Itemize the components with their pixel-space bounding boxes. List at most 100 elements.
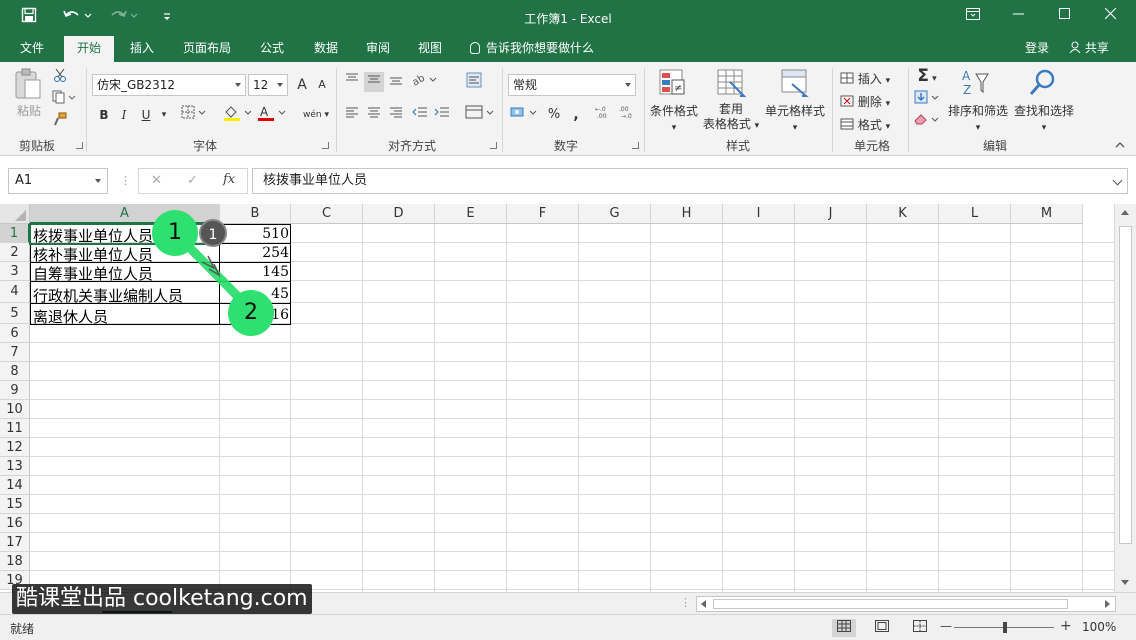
expand-formula-icon[interactable] <box>1112 175 1123 186</box>
tab-review[interactable]: 审阅 <box>354 36 402 62</box>
decrease-decimal-icon[interactable]: .00 →.0 <box>618 105 638 125</box>
row-header-10[interactable]: 10 <box>0 400 30 419</box>
name-box[interactable]: A1 <box>8 168 108 194</box>
maximize-button[interactable] <box>1042 0 1088 32</box>
format-painter-icon[interactable] <box>50 112 70 132</box>
tab-formulas[interactable]: 公式 <box>248 36 296 62</box>
cell-styles-button[interactable]: 单元格样式 ▾ <box>762 102 828 133</box>
column-header-k[interactable]: K <box>867 204 939 224</box>
fill-color-icon[interactable] <box>222 105 258 125</box>
clipboard-launcher-icon[interactable] <box>76 142 83 149</box>
tab-view[interactable]: 视图 <box>406 36 454 62</box>
bold-button[interactable]: B <box>94 105 114 125</box>
conditional-format-button[interactable]: 条件格式 ▾ <box>648 102 700 133</box>
format-as-table-icon[interactable] <box>716 68 748 100</box>
close-button[interactable] <box>1088 0 1134 32</box>
column-header-f[interactable]: F <box>507 204 579 224</box>
format-as-table-button[interactable]: 套用 表格格式 ▾ <box>700 102 762 134</box>
conditional-format-icon[interactable]: ≠ <box>658 68 690 100</box>
orientation-icon[interactable]: ab <box>410 72 442 92</box>
decrease-indent-icon[interactable] <box>410 105 430 125</box>
row-header-16[interactable]: 16 <box>0 514 30 533</box>
ribbon-display-options-icon[interactable] <box>950 0 996 32</box>
percent-style-button[interactable]: % <box>544 105 564 125</box>
italic-button[interactable]: I <box>114 105 134 125</box>
row-header-14[interactable]: 14 <box>0 476 30 495</box>
borders-icon[interactable] <box>180 105 210 125</box>
zoom-level[interactable]: 100% <box>1082 620 1116 634</box>
clear-icon[interactable] <box>912 112 942 132</box>
tabs-split-icon[interactable]: ⋮ <box>680 596 691 609</box>
align-center-icon[interactable] <box>364 105 384 125</box>
tab-page-layout[interactable]: 页面布局 <box>172 36 242 62</box>
zoom-out-button[interactable]: — <box>940 619 952 633</box>
merge-center-icon[interactable] <box>464 105 498 125</box>
accounting-format-icon[interactable] <box>510 105 540 125</box>
scroll-left-icon[interactable] <box>701 600 706 608</box>
vertical-scroll-thumb[interactable] <box>1119 226 1132 544</box>
number-launcher-icon[interactable] <box>632 142 639 149</box>
increase-font-size-button[interactable]: A <box>292 75 312 95</box>
underline-dropdown-icon[interactable]: ▾ <box>154 105 174 125</box>
find-select-icon[interactable] <box>1028 68 1060 100</box>
collapse-ribbon-icon[interactable] <box>1110 136 1130 156</box>
row-header-17[interactable]: 17 <box>0 533 30 552</box>
insert-cells-button[interactable]: 插入 ▾ <box>840 70 904 87</box>
font-launcher-icon[interactable] <box>322 142 329 149</box>
column-header-l[interactable]: L <box>939 204 1011 224</box>
page-break-preview-button[interactable] <box>908 619 932 637</box>
tell-me-box[interactable]: 告诉我你想要做什么 <box>470 36 594 62</box>
sort-filter-button[interactable]: 排序和筛选 ▾ <box>946 102 1010 133</box>
middle-align-icon[interactable] <box>364 72 384 92</box>
comma-style-button[interactable]: , <box>566 105 586 125</box>
row-header-15[interactable]: 15 <box>0 495 30 514</box>
column-header-e[interactable]: E <box>435 204 507 224</box>
underline-button[interactable]: U <box>136 105 156 125</box>
column-header-h[interactable]: H <box>651 204 723 224</box>
column-header-d[interactable]: D <box>363 204 435 224</box>
find-select-button[interactable]: 查找和选择 ▾ <box>1012 102 1076 133</box>
row-header-9[interactable]: 9 <box>0 381 30 400</box>
font-size-combo[interactable]: 12 <box>248 74 288 96</box>
autosum-button[interactable]: Σ ▾ <box>912 66 942 86</box>
login-link[interactable]: 登录 <box>1025 36 1049 60</box>
row-header-12[interactable]: 12 <box>0 438 30 457</box>
sort-filter-icon[interactable]: AZ <box>960 68 992 100</box>
share-button[interactable]: 共享 <box>1062 36 1116 62</box>
phonetic-guide-button[interactable]: wén ▾ <box>300 105 332 125</box>
cancel-formula-button[interactable]: ✕ <box>151 173 162 188</box>
alignment-launcher-icon[interactable] <box>490 142 497 149</box>
tab-data[interactable]: 数据 <box>302 36 350 62</box>
font-name-combo[interactable]: 仿宋_GB2312 <box>92 74 246 96</box>
column-header-m[interactable]: M <box>1011 204 1083 224</box>
column-header-j[interactable]: J <box>795 204 867 224</box>
normal-view-button[interactable] <box>832 619 856 637</box>
format-cells-button[interactable]: 格式 ▾ <box>840 116 904 133</box>
minimize-button[interactable] <box>996 0 1042 32</box>
insert-function-button[interactable]: fx <box>223 172 235 187</box>
increase-decimal-icon[interactable]: ←.0.00 <box>594 105 614 125</box>
enter-formula-button[interactable]: ✓ <box>187 173 198 188</box>
tab-insert[interactable]: 插入 <box>118 36 166 62</box>
copy-icon[interactable] <box>50 90 80 110</box>
top-align-icon[interactable] <box>342 72 362 92</box>
zoom-in-button[interactable]: + <box>1060 618 1072 634</box>
tab-file[interactable]: 文件 <box>8 36 56 62</box>
fill-icon[interactable] <box>912 90 942 110</box>
scroll-right-icon[interactable] <box>1105 600 1110 608</box>
increase-indent-icon[interactable] <box>432 105 452 125</box>
wrap-text-icon[interactable] <box>464 72 484 92</box>
page-layout-view-button[interactable] <box>870 619 894 637</box>
row-header-11[interactable]: 11 <box>0 419 30 438</box>
font-color-icon[interactable]: A <box>256 105 292 125</box>
column-header-g[interactable]: G <box>579 204 651 224</box>
decrease-font-size-button[interactable]: A <box>312 75 332 95</box>
formula-input[interactable]: 核拨事业单位人员 <box>252 168 1128 194</box>
cell-styles-icon[interactable] <box>780 68 812 100</box>
horizontal-scroll-thumb[interactable] <box>713 599 1068 609</box>
column-header-i[interactable]: I <box>723 204 795 224</box>
horizontal-scrollbar[interactable] <box>696 596 1116 612</box>
tab-home[interactable]: 开始 <box>64 36 114 62</box>
scroll-down-icon[interactable] <box>1121 580 1129 585</box>
vertical-scrollbar[interactable] <box>1114 204 1136 592</box>
